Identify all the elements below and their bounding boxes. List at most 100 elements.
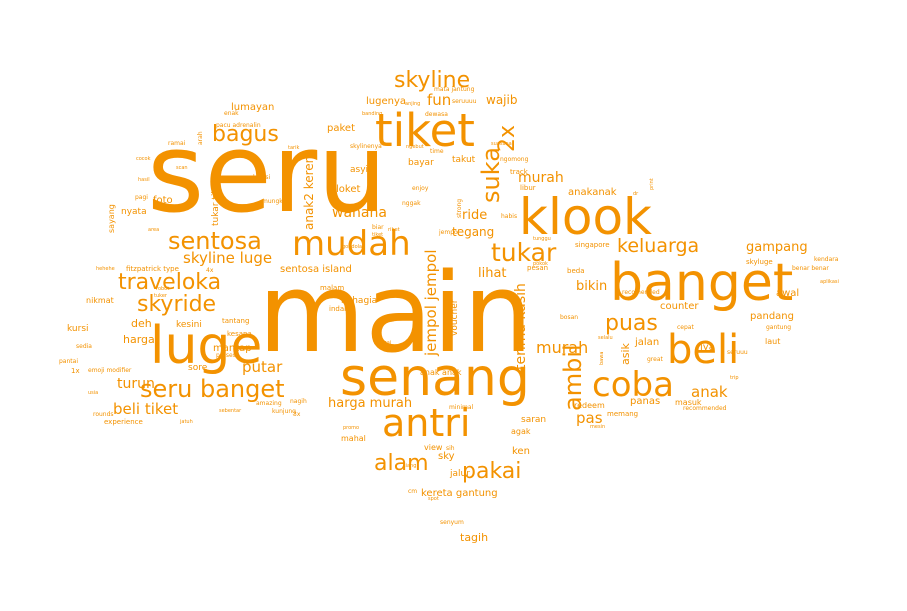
word-minimal: minimal [449,404,474,411]
word-laut: laut [765,337,781,346]
word-3x: 3x [293,411,301,418]
word-anak2-keren: anak2 keren [302,155,316,230]
word-cloud: main seru senang klook banget tiket luge… [0,0,907,611]
word-puas: puas [605,311,658,336]
word-anakanak: anakanak [568,187,617,198]
word-4x: 4x [206,267,214,274]
word-nggak: nggak [402,200,421,207]
word-track: track [510,168,528,176]
word-jempol-small: jempol [439,229,460,236]
word-banding: banding [362,111,383,117]
word-pakai: pakai [462,459,522,484]
word-great: great [647,356,663,363]
word-terima-kasih: terima kasih [513,283,529,370]
word-arah: arah [197,131,204,145]
word-indah: indah [329,305,349,313]
word-experience: experience [104,418,143,426]
word-siang: siang [403,463,417,469]
word-nyata: nyata [121,207,147,217]
word-nagih: nagih [290,398,307,405]
word-foto: foto [153,195,173,206]
word-kesana: kesana [227,330,252,338]
word-asyik: asyik [350,165,374,175]
word-anjing: anjing [405,101,421,107]
word-serem: serem [378,318,394,324]
word-tarik: tarik [288,145,300,151]
word-paket: paket [327,123,355,134]
word-bosan: bosan [560,314,579,321]
word-tukar-tiket: tukar tiket [211,179,221,226]
word-keluarga: keluarga [617,235,700,257]
word-lokasi: lokasi [253,174,271,181]
word-hehehe: hehehe [96,266,115,272]
word-habis: habis [501,213,518,220]
word-sky: sky [438,451,455,462]
word-ribet: ribet [388,227,400,233]
word-redeem: redeem [574,401,605,410]
word-tantang: tantang [222,317,250,325]
word-lugenya: lugenya [366,96,406,107]
word-time: time [430,148,444,155]
word-benar-benar: benar benar [792,265,829,272]
word-aplikasi: aplikasi [820,279,839,285]
word-suasana: suasana [491,141,512,147]
word-gampang: gampang [746,240,808,255]
word-voucher: voucher [450,299,460,336]
word-bikin: bikin [576,279,608,294]
word-skyline-luge: skyline luge [183,249,273,267]
word-enjoy: enjoy [412,185,429,192]
word-tiket-small: tiket [372,232,384,238]
word-nikmat: nikmat [86,296,114,305]
word-skylinenya: skylinenya [350,143,382,150]
word-trip: trip [730,375,739,381]
word-dewasa: dewasa [425,111,448,118]
word-kesini: kesini [176,320,202,330]
word-harga-murah: harga murah [328,396,413,411]
word-strong: strong [456,198,463,218]
word-alam: alam [374,451,429,476]
word-gantung: gantung [766,324,792,331]
word-ride: ride [462,208,488,223]
word-mata-jantung: mata jantung [434,86,475,93]
word-wahana: wahana [332,205,387,221]
word-mahal: mahal [341,434,366,443]
word-jalur: jalur [450,469,470,479]
word-saran: saran [521,415,547,425]
word-cm: cm [408,488,418,495]
word-turun: turun [117,376,155,392]
word-pagi: pagi [135,194,148,201]
word-kendara: kendara [814,256,839,263]
word-ken: ken [512,446,530,457]
word-cocok: cocok [136,156,151,162]
word-2x: 2x [495,124,520,152]
word-hasil: hasil [138,177,150,183]
word-loket: loket [336,184,361,195]
word-libur: libur [520,184,536,192]
word-cepat: cepat [677,324,694,331]
word-skyride: skyride [137,292,217,317]
word-pandang: pandang [750,311,794,322]
word-selalu: selalu [598,335,613,341]
word-beda: beda [567,267,585,275]
word-singapore: singapore [575,241,610,249]
word-jempol-jempol: jempol jempol [422,249,440,356]
word-recommended: recommended [683,405,727,412]
word-awal: awal [776,288,800,299]
word-bawa: bawa [599,351,605,365]
word-skyluge: skyluge [746,258,773,266]
word-anak-anak: anak anak [420,368,462,377]
word-wajib: wajib [486,93,518,107]
word-fitzpatrick-type: fitzpatrick type [126,265,179,273]
word-mungkin: mungkin [262,198,289,205]
word-gondola: gondola [342,244,363,250]
word-tunggu: tunggu [533,236,551,242]
word-robot: robot [156,286,170,292]
word-ngomong: ngomong [500,156,529,163]
word-rounds: rounds [93,411,114,418]
word-jatuh: jatuh [180,419,193,425]
word-harga: harga [123,333,155,346]
word-malam: malam [320,284,345,292]
word-tagih: tagih [460,531,489,544]
word-usia: usia [88,390,99,396]
word-lihat: lihat [478,266,507,281]
